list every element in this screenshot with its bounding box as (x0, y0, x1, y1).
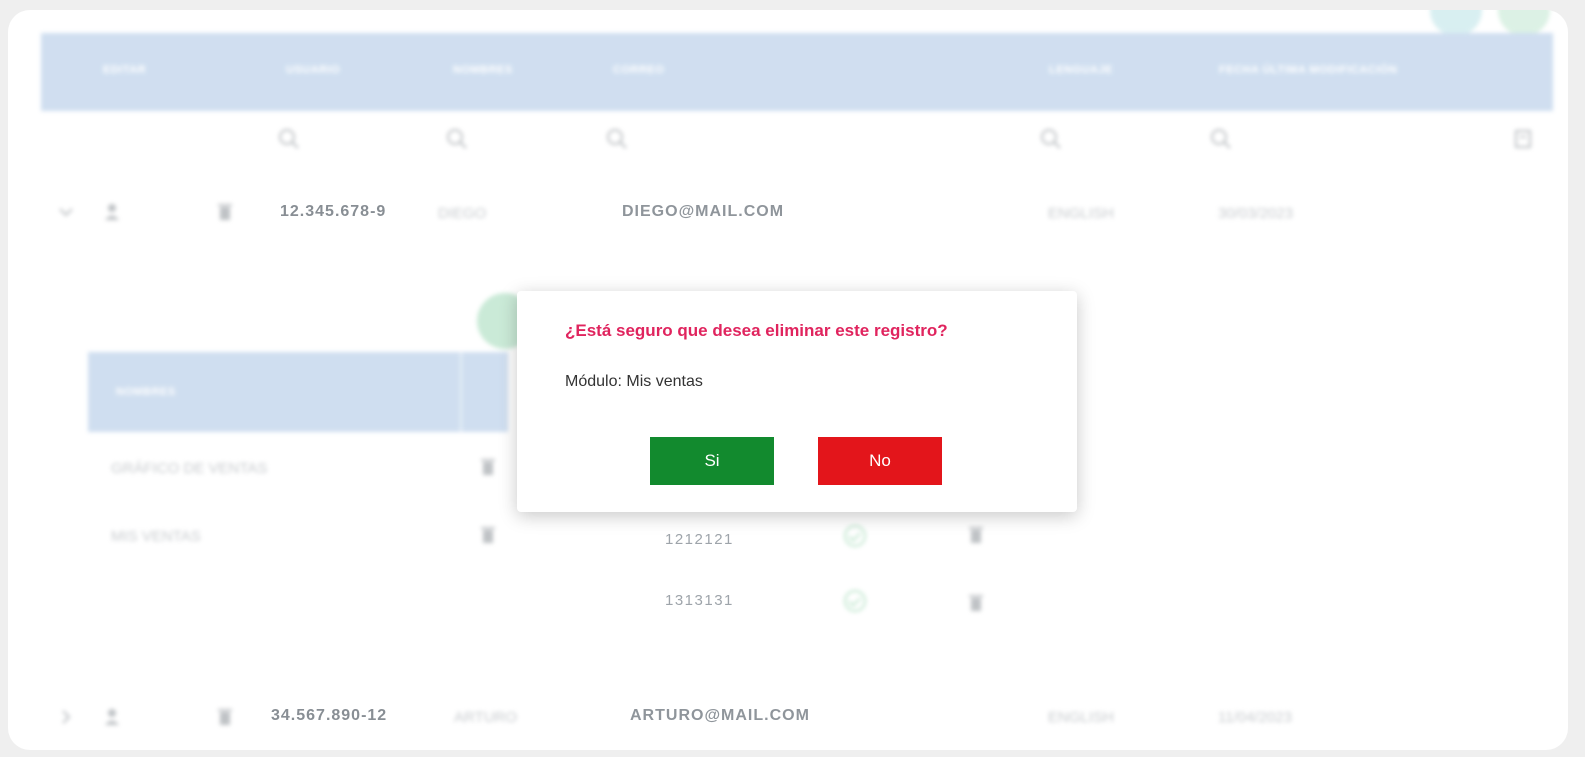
row1-fecha: 30/03/2023 (1218, 205, 1294, 222)
trash-icon[interactable] (215, 202, 235, 222)
check-icon (844, 590, 866, 612)
user-edit-icon[interactable] (103, 707, 123, 727)
row1-usuario: 12.345.678-9 (280, 203, 387, 220)
header-lenguaje: LENGUAJE (1049, 64, 1113, 76)
row1-correo: DIEGO@MAIL.COM (622, 203, 785, 220)
subheader-divider (460, 352, 462, 432)
confirm-no-button[interactable]: No (818, 437, 942, 485)
row2-usuario: 34.567.890-12 (271, 707, 388, 724)
filter-clear-icon[interactable] (1513, 128, 1535, 150)
row1-nombres: DIEGO (438, 205, 487, 222)
subrow-code-1: 1212121 (665, 531, 734, 548)
header-editar: EDITAR (103, 64, 147, 76)
search-icon[interactable] (606, 128, 628, 150)
search-icon[interactable] (278, 128, 300, 150)
dialog-message: Módulo: Mis ventas (565, 373, 703, 390)
subrow-code-2: 1313131 (665, 592, 734, 609)
search-icon[interactable] (446, 128, 468, 150)
trash-icon[interactable] (966, 525, 986, 545)
header-correo: CORREO (613, 64, 665, 76)
chevron-right-icon[interactable] (56, 707, 76, 727)
user-edit-icon[interactable] (103, 202, 123, 222)
search-icon[interactable] (1040, 128, 1062, 150)
subtable-header: NOMBRES (88, 352, 508, 432)
row2-lenguaje: ENGLISH (1048, 709, 1114, 726)
subheader-nombres: NOMBRES (116, 386, 176, 398)
trash-icon[interactable] (215, 707, 235, 727)
chevron-down-icon[interactable] (56, 202, 76, 222)
main-table-header: EDITAR USUARIO NOMBRES CORREO LENGUAJE F… (41, 33, 1553, 111)
header-nombres: NOMBRES (453, 64, 513, 76)
row2-fecha: 11/04/2023 (1218, 709, 1292, 726)
row1-lenguaje: ENGLISH (1048, 205, 1114, 222)
dialog-title: ¿Está seguro que desea eliminar este reg… (565, 321, 948, 340)
trash-icon[interactable] (478, 525, 498, 545)
check-icon (844, 525, 866, 547)
header-usuario: USUARIO (286, 64, 341, 76)
row2-correo: ARTURO@MAIL.COM (630, 707, 810, 724)
header-fecha: FECHA ÚLTIMA MODIFICACIÓN (1219, 64, 1398, 76)
subrow1-name: GRÁFICO DE VENTAS (111, 460, 268, 477)
trash-icon[interactable] (478, 457, 498, 477)
row2-nombres: ARTURO (454, 709, 518, 726)
confirm-delete-dialog: ¿Está seguro que desea eliminar este reg… (517, 291, 1077, 512)
subrow2-name: MIS VENTAS (111, 528, 201, 545)
trash-icon[interactable] (966, 593, 986, 613)
confirm-yes-button[interactable]: Si (650, 437, 774, 485)
search-icon[interactable] (1210, 128, 1232, 150)
